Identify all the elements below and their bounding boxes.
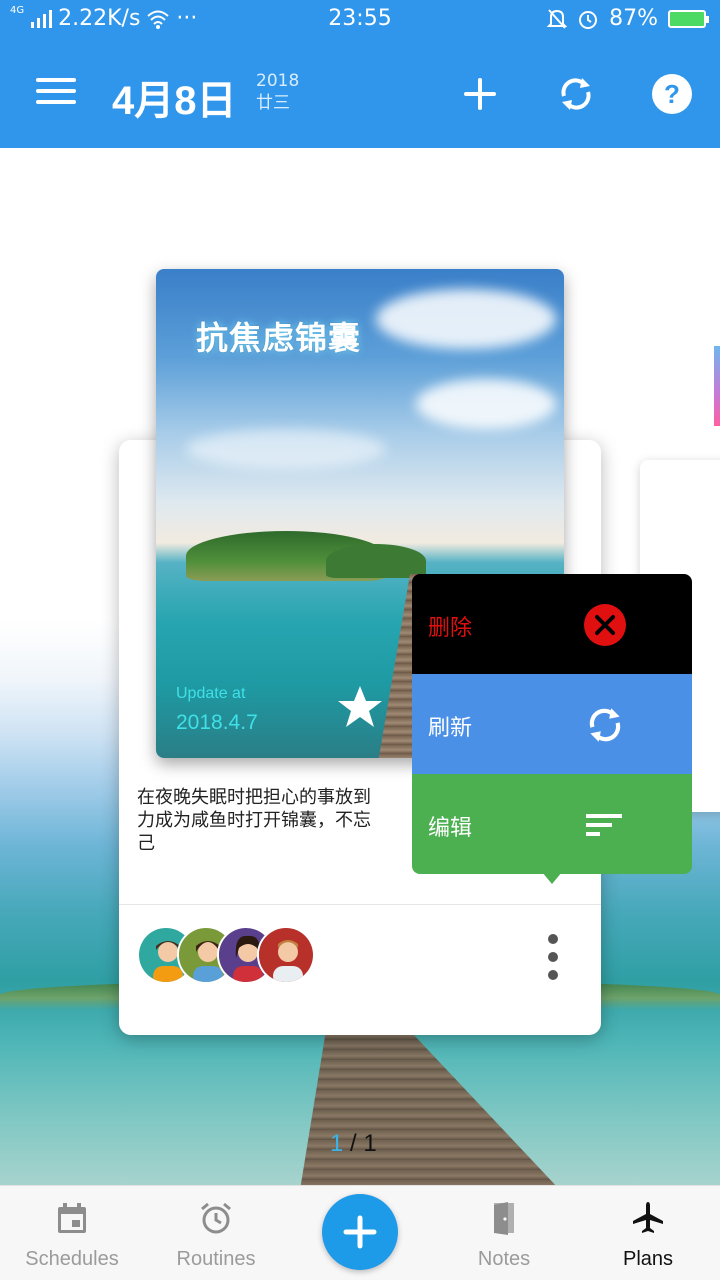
sort-lines-icon: [586, 814, 622, 836]
edit-menu-item[interactable]: 编辑: [412, 774, 692, 874]
avatar-group[interactable]: [137, 926, 315, 984]
status-bar: 4G 2.22K/s ··· 23:55 87%: [0, 0, 720, 40]
refresh-menu-item[interactable]: 刷新: [412, 674, 692, 774]
plus-icon[interactable]: [458, 72, 502, 116]
svg-text:?: ?: [664, 79, 680, 109]
card-title: 抗焦虑锦囊: [196, 319, 362, 357]
menu-icon[interactable]: [36, 78, 76, 108]
card-description: 在夜晚失眠时把担心的事放到 力成为咸鱼时打开锦囊，不忘 己: [137, 787, 371, 854]
context-menu: 删除 刷新 编辑: [412, 574, 692, 884]
nav-label: Notes: [477, 1248, 531, 1270]
menu-pointer: [542, 872, 562, 884]
lunar-day-label: 廿三: [256, 93, 290, 113]
plus-icon: [343, 1215, 377, 1249]
nav-label: Routines: [176, 1248, 256, 1270]
edit-label: 编辑: [428, 816, 473, 841]
update-date: 2018.4.7: [176, 711, 258, 734]
current-page: 1: [330, 1130, 344, 1157]
delete-label: 删除: [428, 616, 473, 641]
app-header: 4月8日 2018 廿三 ?: [0, 40, 720, 148]
close-circle-icon: [584, 604, 626, 646]
year-label: 2018: [256, 71, 300, 91]
nav-plans[interactable]: Plans: [576, 1186, 720, 1280]
status-right: 87%: [547, 6, 709, 31]
sync-icon[interactable]: [554, 72, 598, 116]
nav-notes[interactable]: Notes: [432, 1186, 576, 1280]
nav-label: Plans: [622, 1248, 674, 1270]
delete-menu-item[interactable]: 删除: [412, 574, 692, 674]
airplane-icon: [633, 1202, 663, 1233]
avatar[interactable]: [257, 926, 315, 984]
add-plan-button[interactable]: [322, 1194, 398, 1270]
update-label: Update at: [176, 685, 246, 702]
page-indicator: 1 / 1: [330, 1130, 377, 1158]
refresh-icon: [589, 708, 621, 742]
nav-schedules[interactable]: Schedules: [0, 1186, 144, 1280]
door-icon: [494, 1202, 514, 1235]
mute-bell-icon: [547, 8, 568, 29]
battery-percent: 87%: [609, 6, 658, 31]
alarm-icon: [579, 10, 598, 29]
more-options-icon[interactable]: [541, 934, 565, 980]
nav-routines[interactable]: Routines: [144, 1186, 288, 1280]
nav-label: Schedules: [25, 1248, 119, 1270]
help-icon[interactable]: ?: [650, 72, 694, 116]
divider: [119, 904, 601, 905]
alarm-clock-icon: [201, 1202, 231, 1234]
battery-icon: [668, 9, 709, 28]
next-card-edge: [714, 346, 720, 426]
total-pages: 1: [363, 1130, 377, 1157]
date-subtitle: 2018 廿三: [256, 70, 299, 114]
star-icon[interactable]: [336, 683, 384, 731]
calendar-icon: [58, 1203, 86, 1233]
page-separator: /: [343, 1130, 364, 1157]
page-title-date[interactable]: 4月8日: [112, 68, 237, 126]
refresh-label: 刷新: [428, 716, 473, 741]
